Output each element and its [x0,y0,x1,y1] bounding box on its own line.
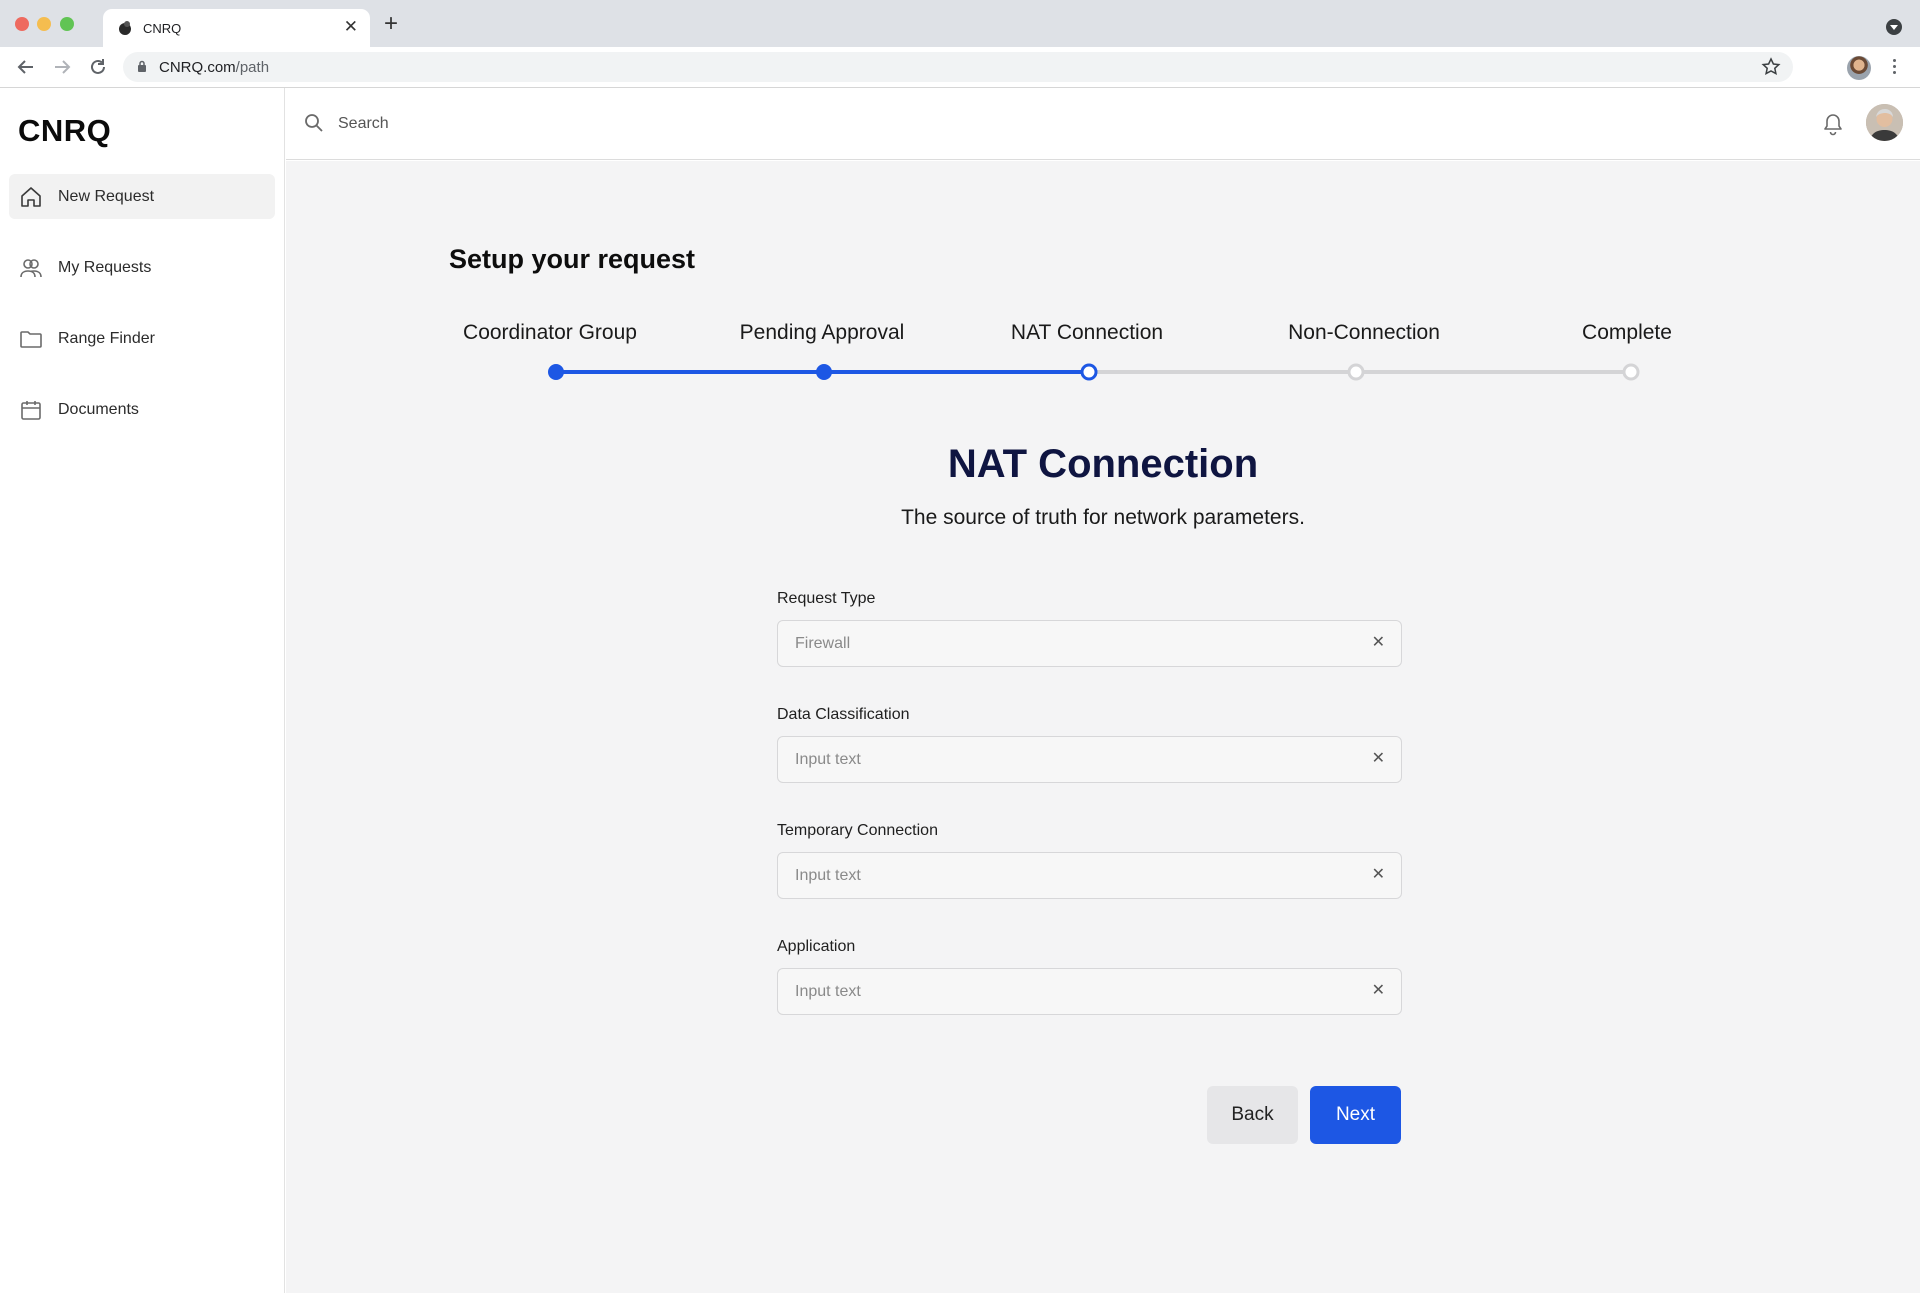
forward-arrow-icon[interactable] [51,56,73,78]
tab-title: CNRQ [143,21,182,36]
sidebar-item-label: New Request [58,188,155,205]
sidebar-item-new-request[interactable]: New Request [9,174,275,219]
lock-icon [138,60,146,72]
data-classification-input[interactable] [795,749,1355,771]
request-type-input[interactable] [795,633,1355,655]
temporary-connection-input[interactable] [795,865,1355,887]
calendar-icon [21,401,41,420]
users-icon [20,259,42,278]
back-arrow-icon[interactable] [15,56,37,78]
window-close-button[interactable] [15,17,29,31]
tab-close-icon[interactable]: ✕ [344,17,358,37]
sidebar: CNRQ New Request My Requests Range Finde… [0,88,285,1293]
main-content: Setup your request Coordinator Group Pen… [286,161,1920,1293]
tab-search-icon[interactable] [1886,19,1902,35]
folder-icon [20,331,42,348]
temporary-connection-field[interactable]: ✕ [777,852,1402,899]
sidebar-item-range-finder[interactable]: Range Finder [9,316,275,361]
sidebar-item-label: My Requests [58,259,152,276]
step-label-pending-approval: Pending Approval [739,321,905,344]
window-minimize-button[interactable] [37,17,51,31]
browser-tab-bar: CNRQ ✕ + [0,0,1920,47]
search-input[interactable] [338,110,938,138]
sidebar-item-label: Range Finder [58,330,155,347]
bell-icon[interactable] [1822,112,1844,136]
step-dot-coordinator-group[interactable] [548,364,564,380]
clear-icon[interactable]: ✕ [1372,866,1385,884]
data-classification-label: Data Classification [777,706,910,723]
bookmark-star-icon[interactable] [1761,57,1781,77]
window-zoom-button[interactable] [60,17,74,31]
progress-stepper [548,363,1640,381]
clear-icon[interactable]: ✕ [1372,634,1385,652]
clear-icon[interactable]: ✕ [1372,750,1385,768]
browser-toolbar: CNRQ.com/path [0,47,1920,88]
request-type-field[interactable]: ✕ [777,620,1402,667]
app-logo[interactable]: CNRQ [18,113,111,149]
address-bar[interactable]: CNRQ.com/path [123,52,1793,82]
avatar-image [1866,104,1903,141]
page-title: Setup your request [449,244,696,274]
new-tab-icon[interactable]: + [384,12,398,36]
sidebar-item-documents[interactable]: Documents [9,387,275,432]
next-button[interactable]: Next [1310,1086,1401,1144]
url-text: CNRQ.com/path [159,59,270,76]
data-classification-field[interactable]: ✕ [777,736,1402,783]
temporary-connection-label: Temporary Connection [777,822,938,839]
step-label-coordinator-group: Coordinator Group [463,321,637,344]
application-label: Application [777,938,856,955]
top-header [286,88,1920,160]
sidebar-item-label: Documents [58,401,139,418]
form-subtitle: The source of truth for network paramete… [901,506,1305,529]
step-label-non-connection: Non-Connection [1288,321,1440,344]
step-dot-nat-connection[interactable] [1080,363,1098,381]
sidebar-item-my-requests[interactable]: My Requests [9,245,275,290]
application-field[interactable]: ✕ [777,968,1402,1015]
home-icon [21,187,41,207]
browser-tab[interactable]: CNRQ ✕ [103,9,370,47]
request-type-label: Request Type [777,590,876,607]
form-title: NAT Connection [947,442,1259,486]
step-dot-pending-approval[interactable] [816,364,832,380]
step-label-complete: Complete [1582,321,1672,344]
step-label-nat-connection: NAT Connection [1010,321,1164,344]
step-dot-non-connection[interactable] [1347,363,1365,381]
back-button[interactable]: Back [1207,1086,1298,1144]
clear-icon[interactable]: ✕ [1372,982,1385,1000]
reload-icon[interactable] [87,56,109,78]
step-dot-complete[interactable] [1622,363,1640,381]
search-icon[interactable] [304,113,324,133]
favicon-icon [119,21,131,35]
browser-menu-icon[interactable] [1893,59,1897,77]
avatar[interactable] [1866,104,1903,141]
application-input[interactable] [795,981,1355,1003]
browser-profile-icon[interactable] [1847,56,1871,80]
